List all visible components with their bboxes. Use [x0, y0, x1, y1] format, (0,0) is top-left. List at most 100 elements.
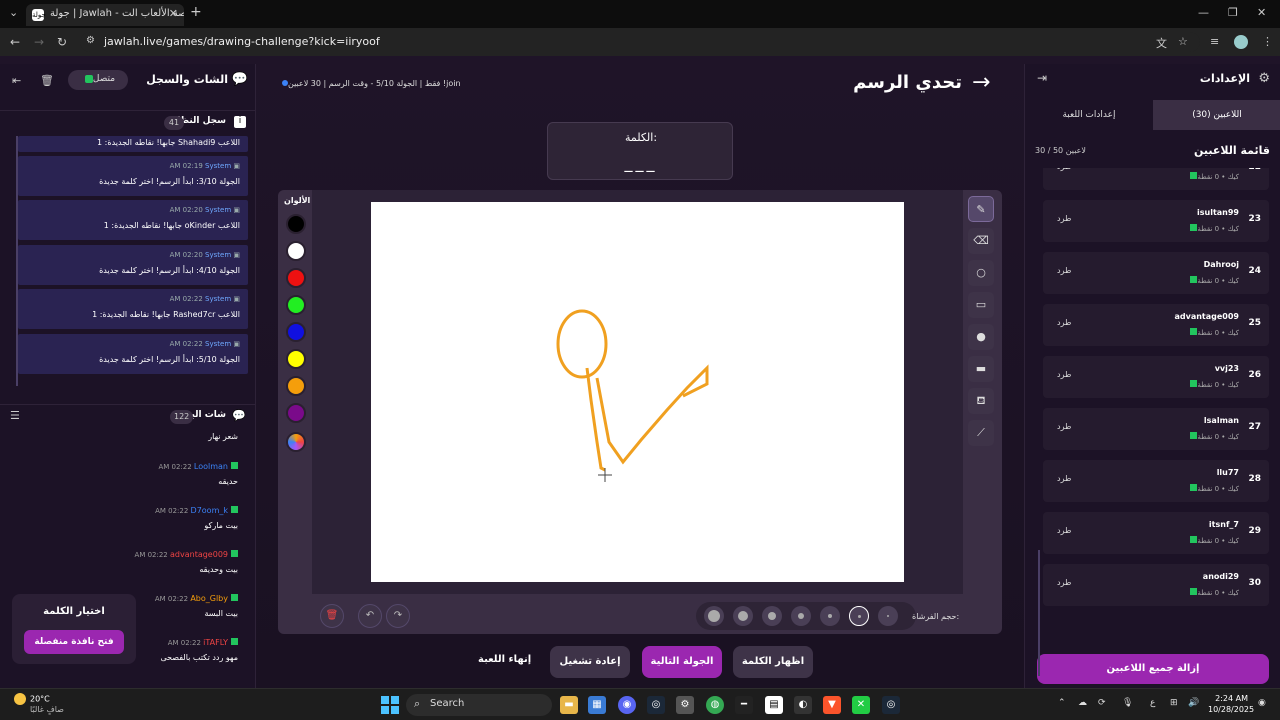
kick-player-button[interactable]: طرد [1057, 474, 1071, 483]
color-swatch[interactable] [286, 376, 306, 396]
chat-username[interactable]: D7oom_k [191, 506, 228, 515]
drawing-canvas[interactable] [371, 202, 904, 582]
notes-icon[interactable]: ▤ [765, 696, 783, 714]
reload-icon[interactable]: ↻ [57, 35, 67, 49]
chat-username[interactable]: Abo_Glby [190, 594, 228, 603]
kick-player-button[interactable]: طرد [1057, 370, 1071, 379]
brush-size-option[interactable] [878, 606, 898, 626]
expand-panel-icon[interactable]: ⇥ [1037, 71, 1047, 85]
color-swatch[interactable] [286, 322, 306, 342]
player-row: 28 llu77 كيك • 0 نقطة طرد [1043, 460, 1269, 502]
store-icon[interactable]: ▦ [588, 696, 606, 714]
discord-icon[interactable]: ◉ [618, 696, 636, 714]
color-swatch[interactable] [286, 214, 306, 234]
color-swatch[interactable] [286, 403, 306, 423]
collapse-panel-icon[interactable]: ⇤ [12, 74, 21, 87]
translate-icon[interactable]: 文 [1156, 35, 1167, 51]
show-word-button[interactable]: اظهار الكلمة [733, 646, 813, 678]
window-close-icon[interactable]: ✕ [1257, 6, 1266, 19]
steam-alt-icon[interactable]: ◎ [882, 696, 900, 714]
github-icon[interactable]: ◐ [794, 696, 812, 714]
line-tool-icon[interactable]: ⟋ [968, 420, 994, 446]
brush-size-option-selected[interactable] [849, 606, 869, 626]
browser-menu-icon[interactable]: ⋮ [1262, 35, 1273, 48]
app-icon[interactable]: ━ [735, 696, 753, 714]
brush-size-option[interactable] [820, 606, 840, 626]
taskbar-clock[interactable]: 2:24 AM 10/28/2025 [1208, 693, 1254, 715]
forward-icon[interactable]: → [34, 35, 44, 49]
restart-button[interactable]: إعادة تشغيل [550, 646, 630, 678]
browser-tab[interactable]: جولة جولة | Jawlah - منصة الألعاب الت...… [26, 4, 184, 26]
next-round-button[interactable]: الجولة التالية [642, 646, 722, 678]
menu-icon[interactable]: ☰ [10, 409, 20, 422]
circle-tool-icon[interactable]: ○ [968, 260, 994, 286]
open-popup-button[interactable]: فتح نافذة منفصلة [24, 630, 124, 654]
kick-player-button[interactable]: طرد [1057, 266, 1071, 275]
network-icon[interactable]: ⊞ [1170, 698, 1178, 708]
bookmark-star-icon[interactable]: ☆ [1178, 35, 1188, 48]
back-icon[interactable]: ← [10, 35, 20, 49]
microphone-icon[interactable]: 🎙 [1122, 698, 1133, 708]
color-swatch[interactable] [286, 241, 306, 261]
color-swatch[interactable] [286, 349, 306, 369]
file-explorer-icon[interactable]: ▬ [560, 696, 578, 714]
eraser-tool-icon[interactable]: ⌫ [968, 228, 994, 254]
site-info-icon[interactable]: ⚙ [86, 35, 95, 46]
rectangle-tool-icon[interactable]: ▭ [968, 292, 994, 318]
filled-rectangle-tool-icon[interactable]: ▬ [968, 356, 994, 382]
back-arrow-icon[interactable]: → [972, 70, 990, 95]
clear-canvas-icon[interactable]: 🗑 [320, 604, 344, 628]
brave-icon[interactable]: ▼ [823, 696, 841, 714]
windows-start-icon[interactable] [381, 696, 399, 714]
taskbar-search[interactable]: ⌕ Search [406, 694, 552, 716]
profile-avatar[interactable] [1234, 35, 1248, 49]
kick-player-button[interactable]: طرد [1057, 214, 1071, 223]
chat-username[interactable]: Loolman [194, 462, 228, 471]
language-indicator[interactable]: ع [1150, 698, 1155, 708]
crosshair-cursor-icon [598, 468, 612, 482]
brush-size-option[interactable] [762, 606, 782, 626]
brush-size-option[interactable] [733, 606, 753, 626]
color-swatch[interactable] [286, 268, 306, 288]
trash-icon[interactable]: 🗑 [40, 74, 54, 87]
steam-icon[interactable]: ◎ [647, 696, 665, 714]
filled-circle-tool-icon[interactable]: ● [968, 324, 994, 350]
media-queue-icon[interactable]: ≡ [1210, 35, 1219, 48]
volume-icon[interactable]: 🔊 [1188, 698, 1199, 708]
close-icon[interactable]: ✕ [169, 7, 178, 20]
end-game-button[interactable]: إنهاء اللعبة [478, 654, 531, 665]
kick-player-button[interactable]: طرد [1057, 578, 1071, 587]
kick-player-button[interactable]: طرد [1057, 168, 1071, 171]
kick-player-button[interactable]: طرد [1057, 318, 1071, 327]
undo-icon[interactable]: ↶ [358, 604, 382, 628]
chrome-icon[interactable]: ◍ [706, 696, 724, 714]
player-list-scrollbar[interactable] [1038, 550, 1040, 676]
kick-player-button[interactable]: طرد [1057, 422, 1071, 431]
restore-icon[interactable]: ❐ [1228, 6, 1238, 19]
chat-username[interactable]: advantage009 [170, 550, 228, 559]
tab-game-settings[interactable]: إعدادات اللعبة [1025, 100, 1153, 130]
sync-icon[interactable]: ⟳ [1098, 698, 1106, 708]
pen-tool-icon[interactable]: ✎ [968, 196, 994, 222]
fill-bucket-icon[interactable]: ⛾ [968, 388, 994, 414]
address-bar[interactable]: ⚙ jawlah.live/games/drawing-challenge?ki… [80, 32, 1200, 52]
notification-icon[interactable]: ◉ [1258, 698, 1266, 708]
chat-message-meta: AM 02:22 D7oom_k [8, 506, 238, 515]
brush-size-option[interactable] [704, 606, 724, 626]
color-swatch[interactable] [286, 295, 306, 315]
onedrive-icon[interactable]: ☁ [1078, 698, 1087, 708]
custom-color-picker[interactable] [286, 432, 306, 452]
brush-size-option[interactable] [791, 606, 811, 626]
chat-username[interactable]: iTAFLY [203, 638, 228, 647]
minimize-icon[interactable]: — [1198, 6, 1209, 19]
weather-widget[interactable]: 20°C صافٍ غالبًا [14, 693, 64, 714]
excel-icon[interactable]: ✕ [852, 696, 870, 714]
redo-icon[interactable]: ↷ [386, 604, 410, 628]
kick-player-button[interactable]: طرد [1057, 526, 1071, 535]
new-tab-icon[interactable]: + [190, 4, 202, 20]
remove-all-players-button[interactable]: إزالة جميع اللاعبين [1037, 654, 1269, 684]
tab-list-icon[interactable]: ⌄ [9, 6, 18, 19]
tab-players[interactable]: اللاعبين (30) [1153, 100, 1280, 130]
tray-overflow-icon[interactable]: ⌃ [1058, 698, 1066, 708]
settings-app-icon[interactable]: ⚙ [676, 696, 694, 714]
